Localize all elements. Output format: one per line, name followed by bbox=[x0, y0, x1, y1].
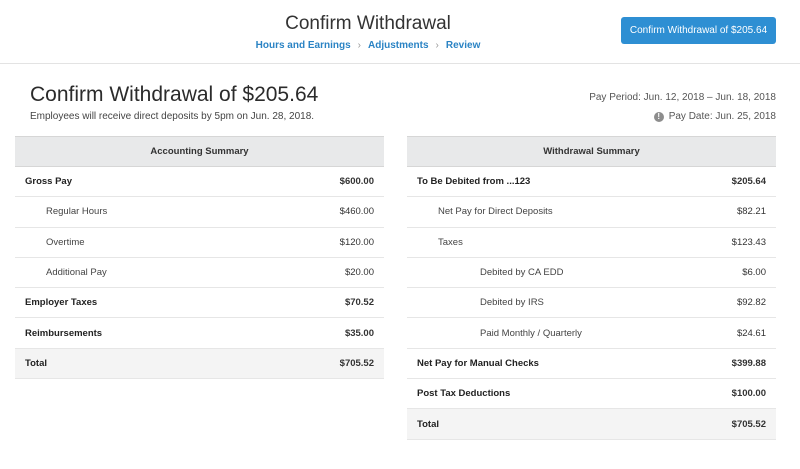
page-title: Confirm Withdrawal of $205.64 bbox=[30, 83, 319, 106]
withdrawal-summary-header: Withdrawal Summary bbox=[407, 136, 776, 167]
table-row: Post Tax Deductions $100.00 bbox=[407, 379, 776, 410]
pay-date: ! Pay Date: Jun. 25, 2018 bbox=[653, 111, 776, 122]
step-hours-and-earnings[interactable]: Hours and Earnings bbox=[256, 40, 351, 51]
pay-period: Pay Period: Jun. 12, 2018 – Jun. 18, 201… bbox=[589, 92, 776, 103]
table-row: Employer Taxes $70.52 bbox=[15, 288, 384, 319]
step-review[interactable]: Review bbox=[446, 40, 480, 51]
table-row: Net Pay for Manual Checks $399.88 bbox=[407, 349, 776, 380]
table-row: Gross Pay $600.00 bbox=[15, 167, 384, 198]
table-row: Paid Monthly / Quarterly $24.61 bbox=[407, 318, 776, 349]
chevron-right-icon: › bbox=[435, 40, 439, 51]
step-adjustments[interactable]: Adjustments bbox=[368, 40, 429, 51]
table-row: Net Pay for Direct Deposits $82.21 bbox=[407, 197, 776, 228]
table-row: Overtime $120.00 bbox=[15, 228, 384, 258]
table-row: Additional Pay $20.00 bbox=[15, 258, 384, 289]
accounting-summary-header: Accounting Summary bbox=[15, 136, 384, 167]
table-row: Reimbursements $35.00 bbox=[15, 318, 384, 349]
accounting-summary-table: Accounting Summary Gross Pay $600.00 Regu… bbox=[15, 136, 384, 380]
top-bar: Confirm Withdrawal Hours and Earnings › … bbox=[0, 0, 800, 64]
table-row-total: Total $705.52 bbox=[15, 348, 384, 380]
table-row-total: Total $705.52 bbox=[407, 409, 776, 440]
confirm-withdrawal-button[interactable]: Confirm Withdrawal of $205.64 bbox=[621, 17, 776, 44]
table-row: Debited by CA EDD $6.00 bbox=[407, 258, 776, 289]
pay-date-text: Pay Date: Jun. 25, 2018 bbox=[668, 111, 776, 122]
table-row: Taxes $123.43 bbox=[407, 228, 776, 258]
table-row: To Be Debited from ...123 $205.64 bbox=[407, 167, 776, 198]
chevron-right-icon: › bbox=[357, 40, 361, 51]
table-row: Regular Hours $460.00 bbox=[15, 197, 384, 228]
table-row: Debited by IRS $92.82 bbox=[407, 288, 776, 319]
info-icon[interactable]: ! bbox=[653, 111, 664, 122]
page-subtitle: Employees will receive direct deposits b… bbox=[30, 111, 315, 122]
withdrawal-summary-table: Withdrawal Summary To Be Debited from ..… bbox=[407, 136, 776, 440]
